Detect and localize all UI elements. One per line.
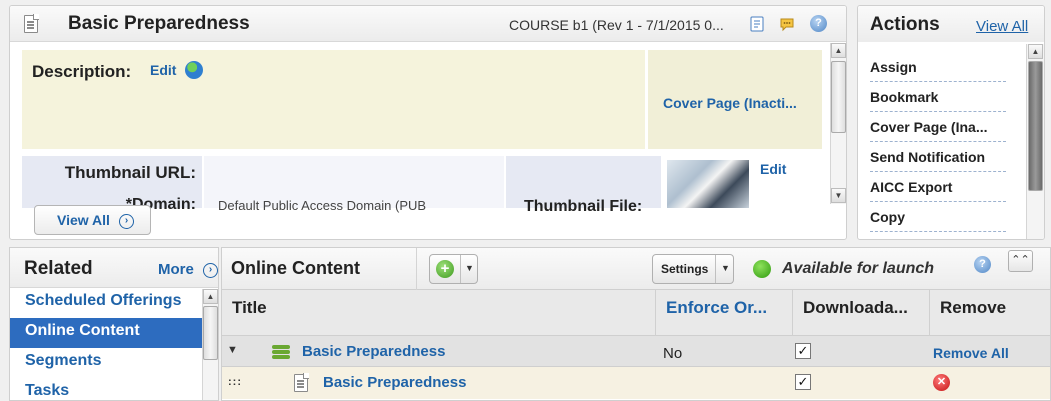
scroll-thumb[interactable]	[1028, 61, 1043, 191]
thumbnail-label-cell: Thumbnail URL: *Domain:	[22, 156, 202, 213]
thumbnail-file-cell: Thumbnail File:	[506, 156, 661, 215]
thumbnail-section: Thumbnail URL: *Domain: Default Public A…	[22, 156, 822, 215]
action-cover-page[interactable]: Cover Page (Ina...	[870, 112, 1006, 142]
view-all-label: View All	[57, 212, 110, 228]
downloadable-checkbox[interactable]: ✓	[795, 374, 811, 390]
page-title: Basic Preparedness	[68, 13, 250, 34]
content-item-link[interactable]: Basic Preparedness	[323, 374, 466, 391]
notes-icon[interactable]	[749, 16, 765, 32]
scroll-thumb[interactable]	[203, 306, 218, 360]
actions-header: Actions View All	[858, 6, 1044, 42]
online-content-panel: Online Content + ▼ Settings ▼ Available …	[221, 247, 1051, 401]
comment-icon[interactable]	[779, 16, 795, 32]
scroll-up-button[interactable]: ▲	[203, 289, 218, 304]
column-header-downloadable[interactable]: Downloada...	[793, 290, 930, 336]
table-row: ::: Basic Preparedness ✓ ✕	[222, 367, 1050, 399]
description-section: Description: Edit	[22, 50, 645, 149]
column-header-title[interactable]: Title	[222, 290, 656, 336]
drag-handle-icon[interactable]: :::	[228, 376, 242, 388]
remove-icon[interactable]: ✕	[933, 374, 950, 391]
actions-scrollbar[interactable]: ▲	[1026, 44, 1044, 239]
status-text: Available for launch	[782, 260, 935, 277]
action-copy[interactable]: Copy	[870, 202, 1006, 232]
scroll-up-button[interactable]: ▲	[831, 43, 846, 58]
help-icon[interactable]: ?	[974, 256, 991, 273]
description-label: Description:	[32, 62, 132, 81]
column-header-remove: Remove	[940, 298, 1007, 317]
thumbnail-image	[667, 160, 749, 208]
remove-all-link[interactable]: Remove All	[933, 345, 1009, 361]
description-edit-link[interactable]: Edit	[150, 62, 176, 78]
related-item-segments[interactable]: Segments	[10, 348, 202, 378]
course-revision-info: COURSE b1 (Rev 1 - 7/1/2015 0...	[509, 17, 724, 33]
related-item-tasks[interactable]: Tasks	[10, 378, 202, 400]
table-row: ▼ Basic Preparedness No ✓ Remove All	[222, 336, 1050, 367]
help-icon[interactable]: ?	[810, 15, 827, 32]
document-icon	[294, 373, 309, 392]
status-green-icon	[753, 260, 771, 278]
arrow-right-circle-icon[interactable]: ›	[203, 263, 218, 278]
cover-page-section: Cover Page (Inacti...	[648, 50, 822, 149]
related-header: Related More ›	[10, 248, 218, 288]
add-content-button[interactable]: + ▼	[429, 254, 478, 284]
action-assign[interactable]: Assign	[870, 52, 1006, 82]
scroll-down-button[interactable]: ▼	[831, 188, 846, 203]
button-divider	[715, 255, 716, 283]
collapse-up-icon[interactable]: ⌃⌃	[1008, 250, 1033, 272]
thumbnail-edit-link[interactable]: Edit	[760, 161, 786, 177]
button-divider	[460, 255, 461, 283]
course-details-panel: Basic Preparedness COURSE b1 (Rev 1 - 7/…	[9, 5, 847, 240]
chevron-down-icon[interactable]: ▼	[721, 263, 730, 273]
action-bookmark[interactable]: Bookmark	[870, 82, 1006, 112]
scroll-thumb[interactable]	[831, 61, 846, 133]
details-scrollbar[interactable]: ▲ ▼	[830, 43, 846, 204]
related-scrollbar[interactable]: ▲	[202, 289, 218, 400]
thumbnail-url-value: Default Public Access Domain (PUB	[204, 156, 504, 213]
actions-view-all-link[interactable]: View All	[976, 18, 1028, 35]
related-item-scheduled-offerings[interactable]: Scheduled Offerings	[10, 288, 202, 318]
settings-label: Settings	[661, 262, 709, 276]
domain-value: Default Public Access Domain (PUB	[218, 198, 427, 213]
stack-icon	[272, 345, 290, 359]
content-title: Online Content	[231, 258, 360, 278]
details-header: Basic Preparedness COURSE b1 (Rev 1 - 7/…	[10, 6, 846, 42]
column-header-enforce-order[interactable]: Enforce Or...	[656, 290, 793, 336]
document-icon	[24, 14, 39, 33]
chevron-down-icon[interactable]: ▼	[465, 263, 474, 273]
expand-triangle-icon[interactable]: ▼	[227, 344, 238, 356]
action-send-notification[interactable]: Send Notification	[870, 142, 1006, 172]
thumbnail-file-label: Thumbnail File:	[524, 198, 643, 215]
related-more-link[interactable]: More	[158, 261, 194, 278]
arrow-right-circle-icon: ›	[119, 214, 134, 229]
action-revise[interactable]: Revise	[870, 232, 1006, 239]
table-header: Title Enforce Or... Downloada... Remove	[222, 290, 1050, 336]
view-all-button[interactable]: View All ›	[34, 205, 151, 235]
actions-panel: Actions View All Assign Bookmark Cover P…	[857, 5, 1045, 240]
enforce-order-value: No	[663, 345, 683, 362]
settings-button[interactable]: Settings ▼	[652, 254, 734, 284]
globe-icon[interactable]	[185, 61, 203, 79]
content-toolbar: Online Content + ▼ Settings ▼ Available …	[222, 248, 1050, 290]
cover-page-link[interactable]: Cover Page (Inacti...	[663, 95, 797, 111]
content-title-link[interactable]: Basic Preparedness	[302, 343, 445, 360]
downloadable-checkbox[interactable]: ✓	[795, 343, 811, 359]
actions-title: Actions	[870, 14, 940, 35]
related-title: Related	[24, 258, 93, 279]
add-circle-icon: +	[436, 260, 454, 278]
related-item-online-content[interactable]: Online Content	[10, 318, 202, 348]
toolbar-divider	[416, 248, 417, 290]
scroll-up-button[interactable]: ▲	[1028, 44, 1043, 59]
related-panel: Related More › Scheduled Offerings Onlin…	[9, 247, 219, 401]
action-aicc-export[interactable]: AICC Export	[870, 172, 1006, 202]
thumbnail-url-label: Thumbnail URL:	[64, 163, 196, 182]
